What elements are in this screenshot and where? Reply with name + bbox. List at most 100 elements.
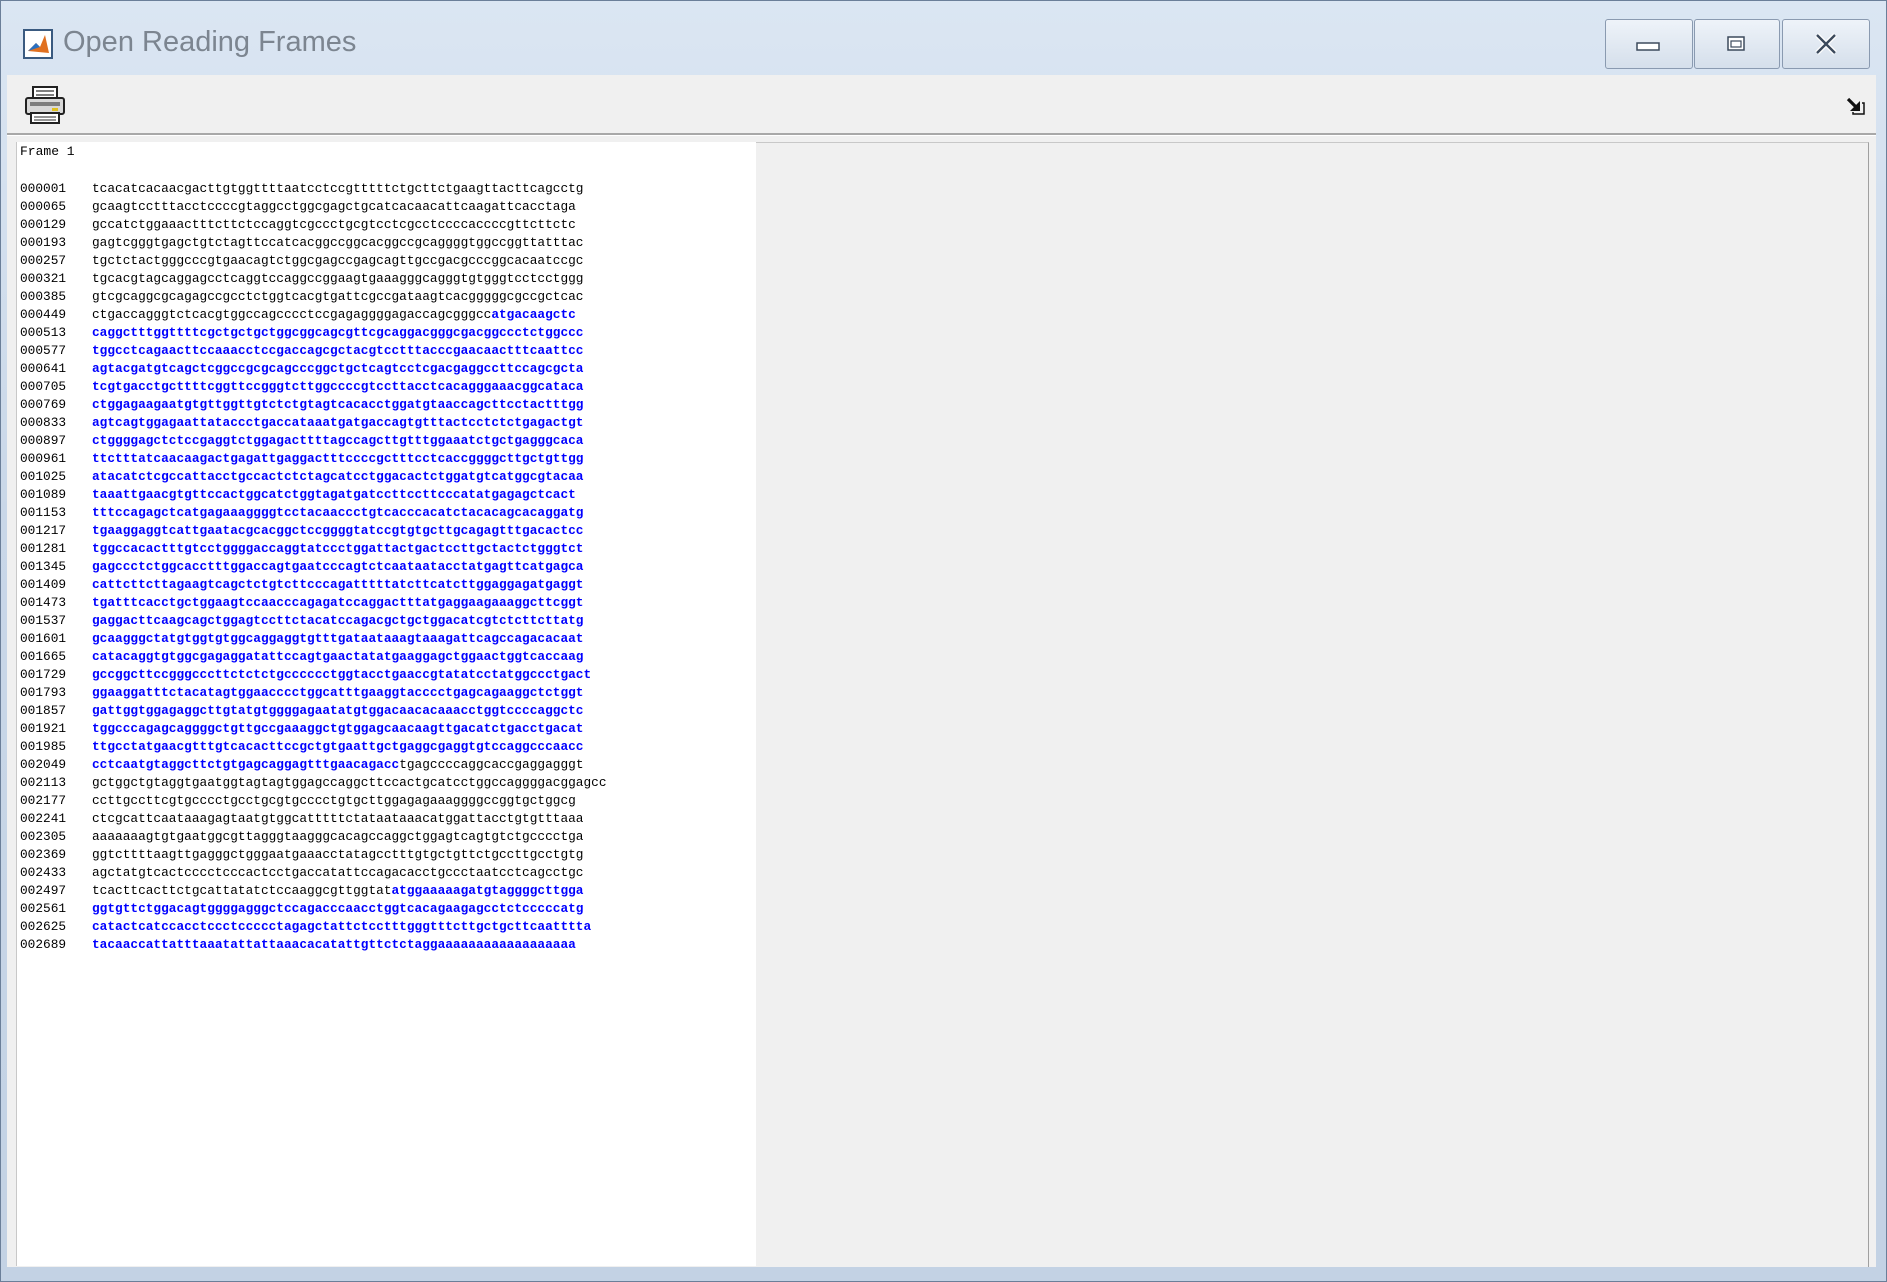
position-label: 000385 xyxy=(20,289,67,304)
orf-highlight: ctggggagctctccgaggtctggagacttttagccagctt… xyxy=(92,433,584,448)
position-label: 001281 xyxy=(20,541,67,556)
orf-highlight: atacatctcgccattacctgccactctctagcatcctgga… xyxy=(92,469,584,484)
position-label: 001793 xyxy=(20,685,67,700)
position-label: 000769 xyxy=(20,397,67,412)
sequence-line: 000513 caggctttggttttcgctgctgctggcggcagcg… xyxy=(20,324,607,342)
sequence-text: tgctctactgggcccgtgaacagtctggcgagccgagcag… xyxy=(92,253,584,268)
sequence-line: 002177 ccttgccttcgtgcccctgcctgcgtgcccctgt… xyxy=(20,792,607,810)
title-bar[interactable]: Open Reading Frames xyxy=(1,1,1886,75)
orf-highlight: caggctttggttttcgctgctgctggcggcagcgttcgca… xyxy=(92,325,584,340)
sequence-line: 000001 tcacatcacaacgacttgtggttttaatcctccg… xyxy=(20,180,607,198)
position-label: 002561 xyxy=(20,901,67,916)
minimize-button[interactable] xyxy=(1605,19,1693,69)
sequence-line: 002049 cctcaatgtaggcttctgtgagcaggagtttgaa… xyxy=(20,756,607,774)
sequence-line: 000065 gcaagtcctttacctccccgtaggcctggcgagc… xyxy=(20,198,607,216)
position-label: 000833 xyxy=(20,415,67,430)
sequence-line: 001921 tggcccagagcaggggctgttgccgaaaggctgt… xyxy=(20,720,607,738)
sequence-line: 001345 gagccctctggcacctttggaccagtgaatccca… xyxy=(20,558,607,576)
sequence-line: 002689 tacaaccattatttaaatattattaaacacatat… xyxy=(20,936,607,954)
orf-highlight: tacaaccattatttaaatattattaaacacatattgttct… xyxy=(92,937,576,952)
sequence-text: ctcgcattcaataaagagtaatgtggcatttttctataat… xyxy=(92,811,584,826)
position-label: 000065 xyxy=(20,199,67,214)
position-label: 001857 xyxy=(20,703,67,718)
maximize-button[interactable] xyxy=(1694,19,1780,69)
toolbar xyxy=(7,75,1876,133)
sequence-line: 001025 atacatctcgccattacctgccactctctagcat… xyxy=(20,468,607,486)
sequence-line: 001857 gattggtggagaggcttgtatgtggggagaatat… xyxy=(20,702,607,720)
sequence-line: 002241 ctcgcattcaataaagagtaatgtggcatttttc… xyxy=(20,810,607,828)
orf-highlight: gcaagggctatgtggtgtggcaggaggtgtttgataataa… xyxy=(92,631,584,646)
printer-icon[interactable] xyxy=(23,85,67,125)
orf-highlight: tggcccagagcaggggctgttgccgaaaggctgtggagca… xyxy=(92,721,584,736)
position-label: 000897 xyxy=(20,433,67,448)
sequence-text-panel[interactable]: Frame 1 000001 tcacatcacaacgacttgtggtttta… xyxy=(16,142,756,1266)
orf-highlight: atgacaagctc xyxy=(491,307,576,322)
orf-highlight: catacaggtgtggcgagaggatattccagtgaactatatg… xyxy=(92,649,584,664)
sequence-line: 000961 ttctttatcaacaagactgagattgaggactttc… xyxy=(20,450,607,468)
sequence-line: 000321 tgcacgtagcaggagcctcaggtccaggccggaa… xyxy=(20,270,607,288)
undock-arrow-icon[interactable] xyxy=(1845,95,1867,117)
orf-highlight: tttccagagctcatgagaaaggggtcctacaaccctgtca… xyxy=(92,505,584,520)
orf-highlight: ttgcctatgaacgtttgtcacacttccgctgtgaattgct… xyxy=(92,739,584,754)
sequence-line: 000257 tgctctactgggcccgtgaacagtctggcgagcc… xyxy=(20,252,607,270)
sequence-lines: 000001 tcacatcacaacgacttgtggttttaatcctccg… xyxy=(20,180,607,954)
orf-highlight: ttctttatcaacaagactgagattgaggactttccccgct… xyxy=(92,451,584,466)
orf-highlight: gattggtggagaggcttgtatgtggggagaatatgtggac… xyxy=(92,703,584,718)
sequence-text: gccatctggaaactttcttctccaggtcgccctgcgtcct… xyxy=(92,217,576,232)
sequence-line: 001665 catacaggtgtggcgagaggatattccagtgaac… xyxy=(20,648,607,666)
sequence-text: ggtcttttaagttgagggctgggaatgaaacctatagcct… xyxy=(92,847,584,862)
sequence-line: 002561 ggtgttctggacagtggggagggctccagaccca… xyxy=(20,900,607,918)
sequence-line: 000769 ctggagaagaatgtgttggttgtctctgtagtca… xyxy=(20,396,607,414)
sequence-line: 000705 tcgtgacctgcttttcggttccgggtcttggccc… xyxy=(20,378,607,396)
position-label: 000001 xyxy=(20,181,67,196)
orf-highlight: tcgtgacctgcttttcggttccgggtcttggccccgtcct… xyxy=(92,379,584,394)
position-label: 001153 xyxy=(20,505,67,520)
orf-highlight: tgaaggaggtcattgaatacgcacggctccggggtatccg… xyxy=(92,523,584,538)
sequence-line: 002497 tcacttcacttctgcattatatctccaaggcgtt… xyxy=(20,882,607,900)
sequence-text: tcacttcacttctgcattatatctccaaggcgttggtat xyxy=(92,883,392,898)
orf-highlight: ggtgttctggacagtggggagggctccagacccaacctgg… xyxy=(92,901,584,916)
sequence-line: 001537 gaggacttcaagcagctggagtccttctacatcc… xyxy=(20,612,607,630)
position-label: 000577 xyxy=(20,343,67,358)
orf-highlight: cattcttcttagaagtcagctctgtcttcccagattttta… xyxy=(92,577,584,592)
toolbar-separator xyxy=(7,133,1876,136)
sequence-line: 001089 taaattgaacgtgttccactggcatctggtagat… xyxy=(20,486,607,504)
empty-panel xyxy=(756,142,1869,1267)
position-label: 001345 xyxy=(20,559,67,574)
sequence-text: gcaagtcctttacctccccgtaggcctggcgagctgcatc… xyxy=(92,199,576,214)
close-button[interactable] xyxy=(1782,19,1870,69)
position-label: 000705 xyxy=(20,379,67,394)
sequence-line: 002625 catactcatccacctccctccccctagagctatt… xyxy=(20,918,607,936)
sequence-text: agctatgtcactcccctcccactcctgaccatattccaga… xyxy=(92,865,584,880)
orf-highlight: gccggcttccgggcccttctctctgcccccctggtacctg… xyxy=(92,667,592,682)
orf-highlight: ggaaggatttctacatagtggaacccctggcatttgaagg… xyxy=(92,685,584,700)
sequence-line: 000129 gccatctggaaactttcttctccaggtcgccctg… xyxy=(20,216,607,234)
position-label: 000257 xyxy=(20,253,67,268)
position-label: 002177 xyxy=(20,793,67,808)
sequence-line: 001153 tttccagagctcatgagaaaggggtcctacaacc… xyxy=(20,504,607,522)
sequence-line: 000577 tggcctcagaacttccaaacctccgaccagcgct… xyxy=(20,342,607,360)
sequence-line: 001409 cattcttcttagaagtcagctctgtcttcccaga… xyxy=(20,576,607,594)
sequence-line: 001729 gccggcttccgggcccttctctctgcccccctgg… xyxy=(20,666,607,684)
matlab-icon xyxy=(23,29,53,59)
sequence-line: 002369 ggtcttttaagttgagggctgggaatgaaaccta… xyxy=(20,846,607,864)
sequence-text: tgcacgtagcaggagcctcaggtccaggccggaagtgaaa… xyxy=(92,271,584,286)
position-label: 002113 xyxy=(20,775,67,790)
sequence-line: 000641 agtacgatgtcagctcggccgcgcagcccggctg… xyxy=(20,360,607,378)
position-label: 000513 xyxy=(20,325,67,340)
sequence-line: 001281 tggccacactttgtcctggggaccaggtatccct… xyxy=(20,540,607,558)
sequence-line: 000449 ctgaccagggtctcacgtggccagcccctccgag… xyxy=(20,306,607,324)
minimize-icon xyxy=(1636,42,1660,51)
orf-highlight: agtcagtggagaattataccctgaccataaatgatgacca… xyxy=(92,415,584,430)
orf-highlight: agtacgatgtcagctcggccgcgcagcccggctgctcagt… xyxy=(92,361,584,376)
position-label: 001537 xyxy=(20,613,67,628)
position-label: 000129 xyxy=(20,217,67,232)
sequence-line: 002433 agctatgtcactcccctcccactcctgaccatat… xyxy=(20,864,607,882)
orf-highlight: gagccctctggcacctttggaccagtgaatcccagtctca… xyxy=(92,559,584,574)
orf-highlight: ctggagaagaatgtgttggttgtctctgtagtcacacctg… xyxy=(92,397,584,412)
orf-highlight: cctcaatgtaggcttctgtgagcaggagtttgaacagacc xyxy=(92,757,400,772)
position-label: 001921 xyxy=(20,721,67,736)
close-icon xyxy=(1815,33,1837,55)
position-label: 000961 xyxy=(20,451,67,466)
orf-highlight: catactcatccacctccctccccctagagctattctcctt… xyxy=(92,919,592,934)
